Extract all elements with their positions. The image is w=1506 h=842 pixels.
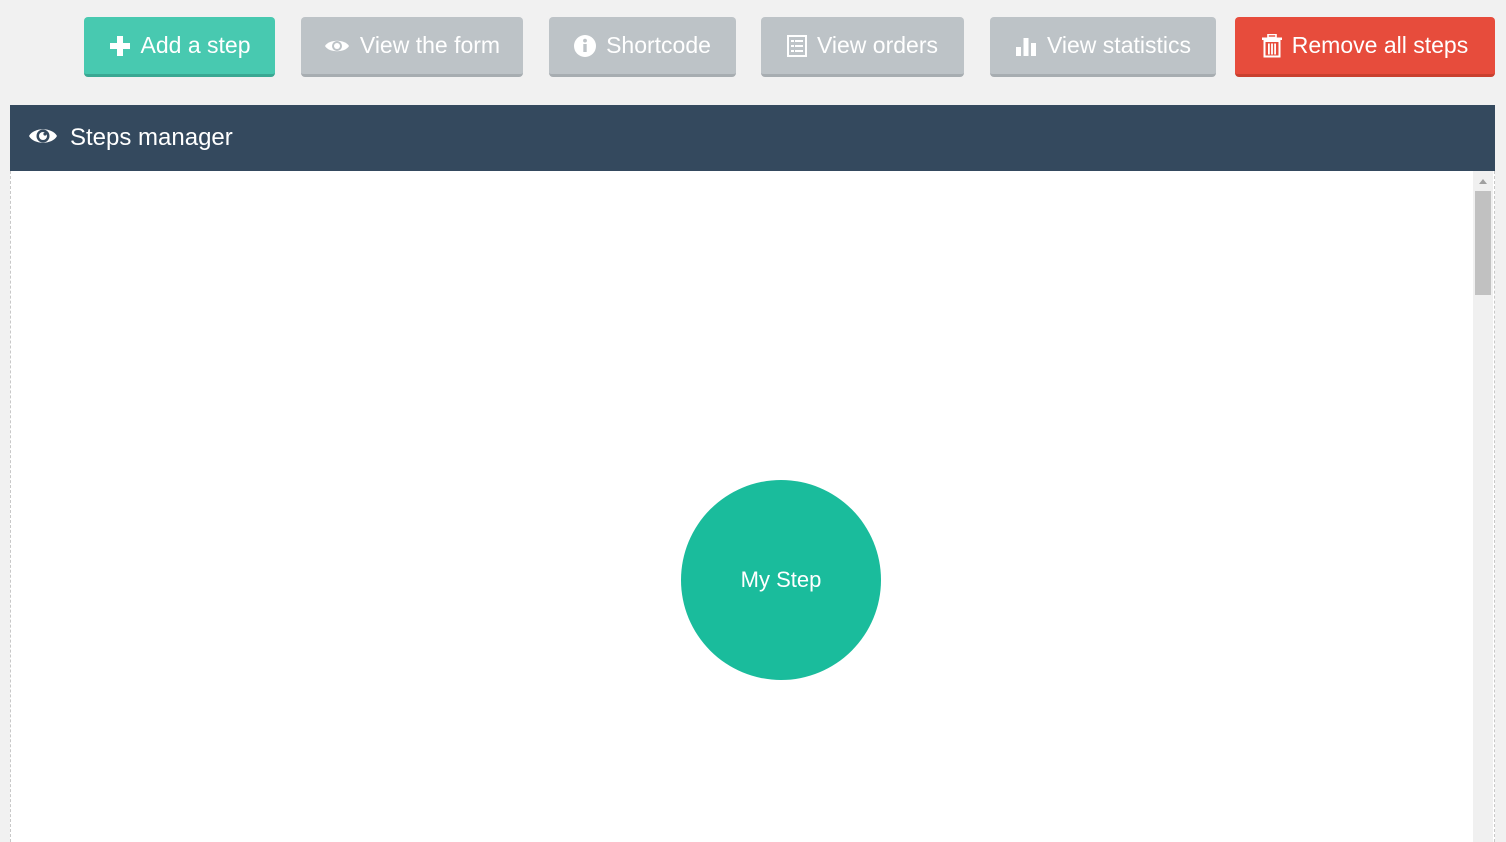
- view-form-button[interactable]: View the form: [301, 17, 523, 77]
- shortcode-button[interactable]: Shortcode: [549, 17, 736, 77]
- add-step-button[interactable]: Add a step: [84, 17, 275, 77]
- scroll-up-arrow-icon[interactable]: [1479, 179, 1487, 184]
- eye-icon: [28, 126, 58, 151]
- eye-icon: [324, 37, 350, 55]
- panel-title: Steps manager: [70, 124, 233, 151]
- add-step-label: Add a step: [140, 32, 251, 58]
- info-icon: [574, 34, 597, 57]
- view-statistics-button[interactable]: View statistics: [990, 17, 1216, 77]
- shortcode-label: Shortcode: [606, 32, 711, 58]
- toolbar: Add a step View the form Shortcode View …: [0, 0, 1506, 100]
- steps-manager-panel: Steps manager My Step: [10, 105, 1495, 842]
- vertical-scrollbar[interactable]: [1473, 171, 1493, 842]
- remove-all-steps-button[interactable]: Remove all steps: [1235, 17, 1495, 77]
- trash-icon: [1261, 33, 1282, 58]
- scroll-thumb[interactable]: [1475, 191, 1491, 295]
- list-icon: [786, 34, 807, 57]
- step-node[interactable]: My Step: [681, 480, 881, 680]
- step-label: My Step: [740, 567, 822, 592]
- view-form-label: View the form: [359, 32, 501, 58]
- view-orders-label: View orders: [816, 32, 939, 58]
- plus-icon: [109, 35, 131, 57]
- bar-chart-icon: [1015, 35, 1037, 57]
- view-orders-button[interactable]: View orders: [761, 17, 964, 77]
- panel-header: Steps manager: [10, 105, 1495, 171]
- remove-all-steps-label: Remove all steps: [1291, 32, 1469, 58]
- steps-canvas[interactable]: My Step: [10, 171, 1495, 842]
- view-statistics-label: View statistics: [1046, 32, 1191, 58]
